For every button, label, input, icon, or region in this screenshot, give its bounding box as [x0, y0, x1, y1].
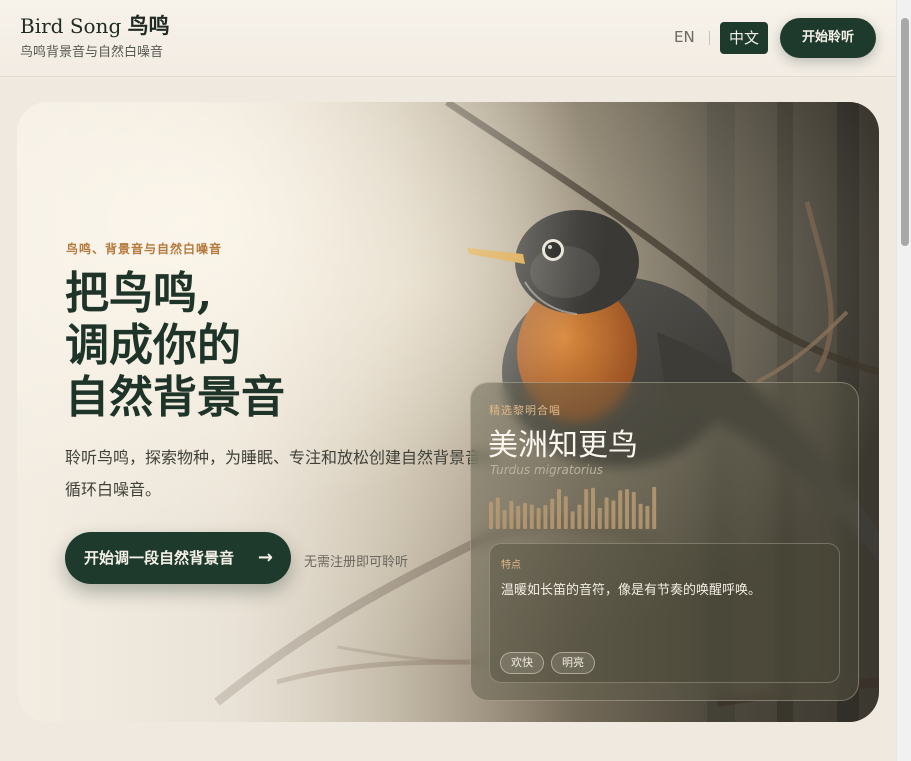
- trait-description: 温暖如长笛的音符，像是有节奏的唤醒呼唤。: [501, 583, 762, 598]
- bird-latin-name: Turdus migratorius: [490, 463, 604, 477]
- page-scrollbar[interactable]: [896, 0, 911, 761]
- waveform-bar: [516, 505, 521, 529]
- no-signup-note: 无需注册即可聆听: [304, 555, 409, 570]
- hero-title-line: 自然背景音: [65, 372, 285, 423]
- cta-label: 开始调一段自然背景音: [84, 549, 235, 567]
- waveform-bar: [604, 497, 609, 529]
- waveform-bar: [652, 487, 657, 529]
- create-soundscape-button[interactable]: 开始调一段自然背景音 →: [65, 532, 291, 584]
- brand[interactable]: Bird Song 鸟鸣 鸟鸣背景音与自然白噪音: [20, 13, 170, 60]
- featured-bird-card[interactable]: 精选黎明合唱 美洲知更鸟 Turdus migratorius 特点 温暖如长笛…: [470, 382, 859, 701]
- start-listening-button[interactable]: 开始聆听: [780, 18, 876, 58]
- language-en-link[interactable]: EN: [674, 28, 695, 46]
- waveform-bar: [597, 508, 602, 529]
- waveform-bar: [543, 505, 548, 529]
- waveform-bar: [625, 489, 629, 529]
- arrow-right-icon: →: [257, 547, 273, 568]
- hero-title-line: 把鸟鸣,: [65, 268, 213, 319]
- mood-tag[interactable]: 欢快: [500, 652, 544, 674]
- waveform-bar: [557, 489, 561, 529]
- waveform-bar: [591, 487, 595, 529]
- language-divider: [709, 31, 710, 45]
- hero-title: 把鸟鸣, 调成你的 自然背景音: [65, 268, 365, 424]
- waveform-bar: [509, 500, 514, 529]
- waveform-bar: [577, 504, 582, 529]
- hero-title-line: 调成你的: [65, 320, 241, 371]
- hero-eyebrow: 鸟鸣、背景音与自然白噪音: [66, 242, 223, 256]
- waveform-bar: [523, 503, 527, 529]
- brand-title: Bird Song 鸟鸣: [20, 13, 170, 39]
- waveform-bar: [495, 497, 500, 529]
- waveform-bar: [570, 511, 575, 529]
- waveform-bar: [645, 505, 650, 529]
- card-eyebrow: 精选黎明合唱: [489, 404, 561, 417]
- waveform-bar: [502, 510, 507, 529]
- brand-subtitle: 鸟鸣背景音与自然白噪音: [20, 45, 164, 60]
- waveform-visualizer[interactable]: [489, 487, 689, 531]
- scrollbar-thumb[interactable]: [901, 18, 909, 246]
- trait-panel: 特点 温暖如长笛的音符，像是有节奏的唤醒呼唤。 欢快 明亮: [489, 543, 840, 683]
- trait-label: 特点: [501, 560, 521, 571]
- brand-name-cn: 鸟鸣: [127, 14, 170, 38]
- waveform-bar: [536, 508, 541, 529]
- bird-name: 美洲知更鸟: [488, 428, 638, 463]
- waveform-bar: [563, 496, 568, 529]
- waveform-bar: [489, 501, 493, 529]
- brand-name: Bird Song: [20, 14, 122, 38]
- hero-description: 聆听鸟鸣，探索物种，为睡眠、专注和放松创建自然背景音与循环白噪音。: [65, 448, 498, 499]
- waveform-bar: [618, 490, 623, 529]
- mood-tag[interactable]: 明亮: [551, 652, 595, 674]
- waveform-bar: [550, 498, 555, 529]
- site-header: Bird Song 鸟鸣 鸟鸣背景音与自然白噪音 EN 中文 开始聆听: [0, 0, 896, 77]
- waveform-bar: [611, 500, 616, 529]
- waveform-bar: [638, 503, 643, 529]
- waveform-bar: [631, 492, 636, 529]
- waveform-bar: [529, 504, 534, 529]
- waveform-bar: [584, 489, 589, 529]
- language-cn-button[interactable]: 中文: [720, 22, 768, 54]
